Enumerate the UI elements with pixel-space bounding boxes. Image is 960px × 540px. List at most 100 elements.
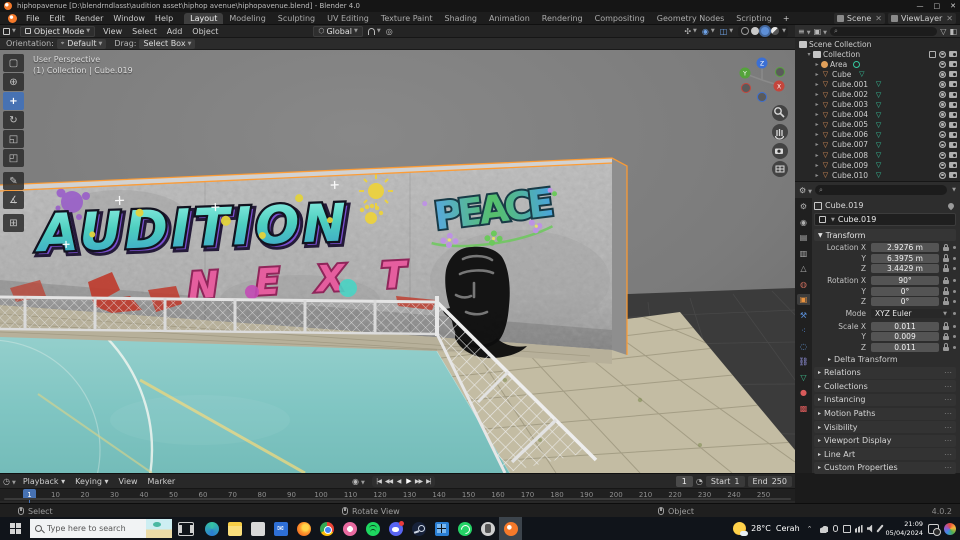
discord-app-icon[interactable] bbox=[384, 517, 407, 540]
custom-properties-section[interactable]: ▸ Custom Properties ⋯ bbox=[814, 461, 956, 474]
object-properties-tab[interactable]: ▣ bbox=[797, 294, 810, 305]
expand-arrow[interactable]: ▸ bbox=[813, 121, 821, 128]
auto-keying-toggle[interactable]: ◉ ▼ bbox=[352, 477, 365, 486]
eye-icon[interactable] bbox=[939, 131, 946, 138]
lock-icon[interactable] bbox=[943, 297, 949, 305]
sqr-tray-icon[interactable] bbox=[842, 524, 851, 533]
color-wheel-tray-icon[interactable] bbox=[944, 522, 956, 535]
object-mode-dropdown[interactable]: Object Mode ▼ bbox=[19, 25, 96, 37]
animate-dot[interactable] bbox=[953, 324, 956, 328]
viewport-display-section[interactable]: ▸ Viewport Display ⋯ bbox=[814, 434, 956, 447]
y-value-field[interactable]: 0.009 bbox=[871, 332, 939, 342]
outliner-row[interactable]: ▸ ▽ Cube.008 ▽ bbox=[795, 150, 960, 160]
outliner-filter-dropdown[interactable]: ▣ ▼ bbox=[814, 27, 827, 36]
measure-tool[interactable]: ∡ bbox=[3, 191, 24, 209]
timeline-editor-type-dropdown[interactable]: ◷ ▼ bbox=[3, 477, 16, 486]
eye-icon[interactable] bbox=[939, 121, 946, 128]
lock-icon[interactable] bbox=[943, 332, 949, 341]
properties-search-input[interactable]: ⌕ bbox=[815, 185, 948, 195]
workspace-tab-shading[interactable]: Shading bbox=[438, 13, 483, 24]
eye-icon[interactable] bbox=[939, 81, 946, 88]
checkbox-icon[interactable] bbox=[929, 50, 936, 58]
lock-icon[interactable] bbox=[943, 254, 949, 262]
eye-icon[interactable] bbox=[939, 71, 946, 78]
solid-shading-button[interactable] bbox=[751, 27, 760, 35]
eye-icon[interactable] bbox=[939, 141, 946, 148]
wireframe-shading-button[interactable] bbox=[741, 27, 749, 35]
hidden-icons-caret[interactable]: ⌃ bbox=[807, 525, 813, 533]
transform-section-header[interactable]: ▼ Transform bbox=[814, 229, 956, 241]
expand-arrow[interactable]: ▸ bbox=[813, 71, 821, 78]
lock-icon[interactable] bbox=[943, 276, 949, 285]
blender-app-icon[interactable] bbox=[499, 517, 522, 540]
chrome-app-icon[interactable] bbox=[315, 517, 338, 540]
material-preview-shading-button[interactable] bbox=[761, 27, 770, 35]
animate-dot[interactable] bbox=[953, 279, 956, 283]
editor-type-dropdown[interactable]: ▼ bbox=[3, 27, 16, 35]
jump-to-start-button[interactable]: |◀ bbox=[374, 476, 383, 487]
expand-arrow[interactable]: ▸ bbox=[813, 162, 821, 169]
timeline-menu-marker[interactable]: Marker bbox=[143, 477, 181, 486]
camera-icon[interactable] bbox=[949, 172, 957, 179]
viewport-menu-select[interactable]: Select bbox=[127, 27, 162, 36]
use-preview-range-icon[interactable]: ◔ bbox=[696, 477, 703, 486]
expand-arrow[interactable]: ▸ bbox=[813, 111, 821, 118]
outliner-row[interactable]: ▾ Collection bbox=[795, 49, 960, 59]
minimize-button[interactable]: — bbox=[917, 2, 924, 10]
lock-icon[interactable] bbox=[943, 243, 949, 252]
workspace-tab-texture-paint[interactable]: Texture Paint bbox=[375, 13, 439, 24]
drag-dropdown[interactable]: Select Box ▼ bbox=[139, 38, 196, 49]
tool-properties-tab[interactable]: ⚙ bbox=[797, 201, 810, 212]
firefox-app-icon[interactable] bbox=[292, 517, 315, 540]
next-keyframe-button[interactable]: ▶▶ bbox=[414, 476, 423, 487]
spotify-app-icon[interactable] bbox=[361, 517, 384, 540]
annotate-tool[interactable]: ✎ bbox=[3, 172, 24, 190]
mic-tray-icon[interactable] bbox=[832, 525, 838, 532]
scale-x-value-field[interactable]: 0.011 bbox=[871, 321, 939, 331]
eye-icon[interactable] bbox=[939, 172, 946, 179]
add-cube-tool[interactable]: ⊞ bbox=[3, 214, 24, 232]
camera-icon[interactable] bbox=[949, 162, 957, 169]
frame-end-field[interactable]: End 250 bbox=[747, 475, 792, 487]
outliner-row[interactable]: ▸ ▽ Cube.001 ▽ bbox=[795, 79, 960, 89]
menu-file[interactable]: File bbox=[21, 14, 44, 23]
eye-icon[interactable] bbox=[939, 152, 946, 159]
scene-selector[interactable]: Scene ✕ bbox=[833, 12, 885, 24]
workspace-tab-rendering[interactable]: Rendering bbox=[536, 13, 589, 24]
animate-dot[interactable] bbox=[953, 256, 956, 260]
animate-dot[interactable] bbox=[953, 312, 956, 316]
viewlayer-selector[interactable]: ViewLayer ✕ bbox=[888, 12, 956, 24]
expand-arrow[interactable]: ▸ bbox=[813, 172, 821, 179]
relations-section[interactable]: ▸ Relations ⋯ bbox=[814, 366, 956, 379]
line-art-section[interactable]: ▸ Line Art ⋯ bbox=[814, 448, 956, 461]
texture-properties-tab[interactable]: ▩ bbox=[797, 403, 810, 414]
animate-dot[interactable] bbox=[953, 335, 956, 339]
camera-icon[interactable] bbox=[949, 111, 957, 118]
workspace-tab-uv-editing[interactable]: UV Editing bbox=[321, 13, 375, 24]
workspace-tab-scripting[interactable]: Scripting bbox=[730, 13, 778, 24]
steam-app-icon[interactable] bbox=[407, 517, 430, 540]
camera-icon[interactable] bbox=[949, 131, 957, 138]
animate-dot[interactable] bbox=[953, 345, 956, 349]
expand-arrow[interactable]: ▸ bbox=[813, 61, 821, 68]
animate-dot[interactable] bbox=[953, 266, 956, 270]
workspace-tab-modeling[interactable]: Modeling bbox=[223, 13, 271, 24]
expand-arrow[interactable]: ▸ bbox=[813, 141, 821, 148]
outliner-funnel-icon[interactable]: ▽ bbox=[940, 27, 946, 36]
z-value-field[interactable]: 0° bbox=[871, 296, 939, 306]
timeline-ruler[interactable]: 1 10 20 30 40 50 60 70 80 90 100 110 120 130 140 150 16… bbox=[0, 488, 795, 519]
viewport-menu-object[interactable]: Object bbox=[187, 27, 223, 36]
outliner-row[interactable]: ▸ ▽ Cube ▽ bbox=[795, 69, 960, 79]
animate-dot[interactable] bbox=[953, 246, 956, 250]
jump-to-end-button[interactable]: ▶| bbox=[424, 476, 433, 487]
whatsapp-app-icon[interactable] bbox=[453, 517, 476, 540]
camera-icon[interactable] bbox=[949, 91, 957, 98]
constraints-properties-tab[interactable]: ⛓ bbox=[797, 356, 810, 367]
store-app-icon[interactable] bbox=[246, 517, 269, 540]
workspace-tab-compositing[interactable]: Compositing bbox=[589, 13, 651, 24]
scale-tool[interactable]: ◱ bbox=[3, 130, 24, 148]
spk-tray-icon[interactable] bbox=[866, 524, 873, 533]
epic-games-app-icon[interactable] bbox=[476, 517, 499, 540]
eye-icon[interactable] bbox=[939, 101, 946, 108]
scene-properties-tab[interactable]: △ bbox=[797, 263, 810, 274]
